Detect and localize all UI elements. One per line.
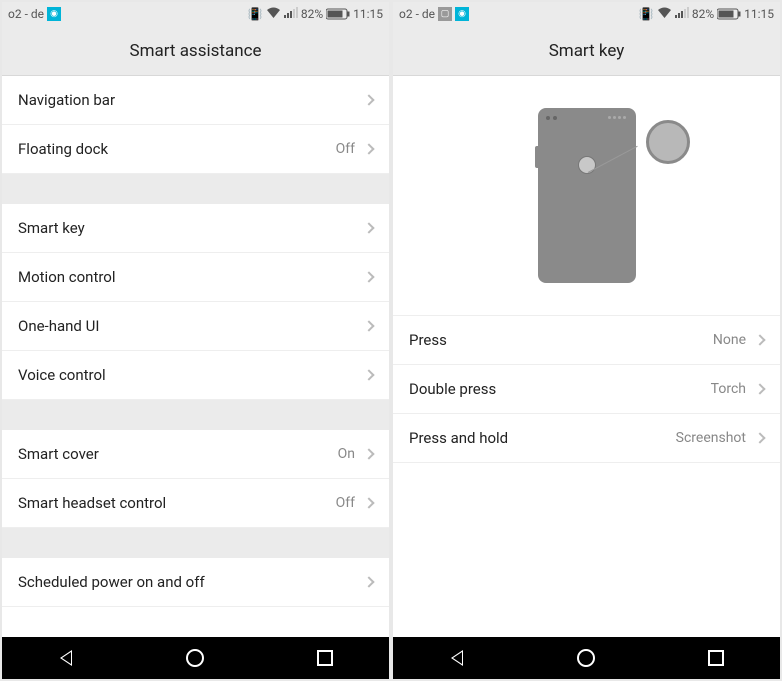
section-divider [2,400,389,430]
recent-button[interactable] [708,650,724,666]
smart-key-content: Press None Double press Torch Press and … [393,76,780,637]
screen-smart-assistance: o2 - de ◉ 📳 82% 11:15 Smart assistance N… [2,2,389,679]
row-smart-cover[interactable]: Smart cover On [2,430,389,479]
vibrate-icon: 📳 [248,7,263,21]
row-value: On [338,446,355,462]
back-button[interactable] [59,649,73,667]
row-label: Smart headset control [18,494,336,512]
screen-smart-key: o2 - de ▢ ◉ 📳 82% 11:15 Smart key [393,2,780,679]
vibrate-icon: 📳 [639,7,654,21]
chevron-right-icon [363,143,374,154]
row-value: None [713,332,746,348]
row-press-and-hold[interactable]: Press and hold Screenshot [393,414,780,463]
row-label: Smart cover [18,445,338,463]
chevron-right-icon [363,369,374,380]
row-motion-control[interactable]: Motion control [2,253,389,302]
page-header: Smart assistance [2,26,389,76]
side-button-icon [535,146,538,168]
callout-circle-icon [646,120,690,164]
back-button[interactable] [450,649,464,667]
row-label: Voice control [18,366,365,384]
row-double-press[interactable]: Double press Torch [393,365,780,414]
row-value: Off [336,141,355,157]
chevron-right-icon [754,334,765,345]
row-floating-dock[interactable]: Floating dock Off [2,125,389,174]
row-press[interactable]: Press None [393,316,780,365]
row-value: Off [336,495,355,511]
status-bar: o2 - de ◉ 📳 82% 11:15 [2,2,389,26]
chevron-right-icon [363,271,374,282]
row-value: Screenshot [676,430,746,446]
phone-illustration [393,76,780,316]
battery-pct: 82% [692,7,714,21]
navigation-bar [393,637,780,679]
wifi-icon [266,7,281,22]
row-smart-key[interactable]: Smart key [2,204,389,253]
row-value: Torch [711,381,746,397]
row-label: Navigation bar [18,91,365,109]
clock-label: 11:15 [353,7,383,21]
carrier-label: o2 - de [8,7,44,21]
page-title: Smart assistance [129,41,261,61]
clock-label: 11:15 [744,7,774,21]
row-label: Floating dock [18,140,336,158]
screenshot-icon: ▢ [438,7,452,21]
row-scheduled-power[interactable]: Scheduled power on and off [2,558,389,607]
row-label: Motion control [18,268,365,286]
chevron-right-icon [363,448,374,459]
row-smart-headset-control[interactable]: Smart headset control Off [2,479,389,528]
page-title: Smart key [549,41,625,61]
chevron-right-icon [363,320,374,331]
row-label: Press [409,331,713,349]
wifi-icon [657,7,672,22]
row-label: Scheduled power on and off [18,573,365,591]
sync-icon: ◉ [455,7,469,21]
chevron-right-icon [363,222,374,233]
battery-pct: 82% [301,7,323,21]
chevron-right-icon [363,576,374,587]
battery-icon [717,8,741,20]
row-voice-control[interactable]: Voice control [2,351,389,400]
battery-icon [326,8,350,20]
navigation-bar [2,637,389,679]
row-navigation-bar[interactable]: Navigation bar [2,76,389,125]
chevron-right-icon [363,497,374,508]
recent-button[interactable] [317,650,333,666]
row-label: Double press [409,380,711,398]
page-header: Smart key [393,26,780,76]
settings-list: Navigation bar Floating dock Off Smart k… [2,76,389,637]
carrier-label: o2 - de [399,7,435,21]
signal-icon [675,7,689,21]
row-label: Smart key [18,219,365,237]
sync-icon: ◉ [47,7,61,21]
section-divider [2,174,389,204]
row-label: Press and hold [409,429,676,447]
signal-icon [284,7,298,21]
phone-body-icon [538,108,636,283]
status-bar: o2 - de ▢ ◉ 📳 82% 11:15 [393,2,780,26]
home-button[interactable] [577,649,595,667]
row-one-hand-ui[interactable]: One-hand UI [2,302,389,351]
home-button[interactable] [186,649,204,667]
chevron-right-icon [754,383,765,394]
chevron-right-icon [363,94,374,105]
row-label: One-hand UI [18,317,365,335]
section-divider [2,528,389,558]
chevron-right-icon [754,432,765,443]
